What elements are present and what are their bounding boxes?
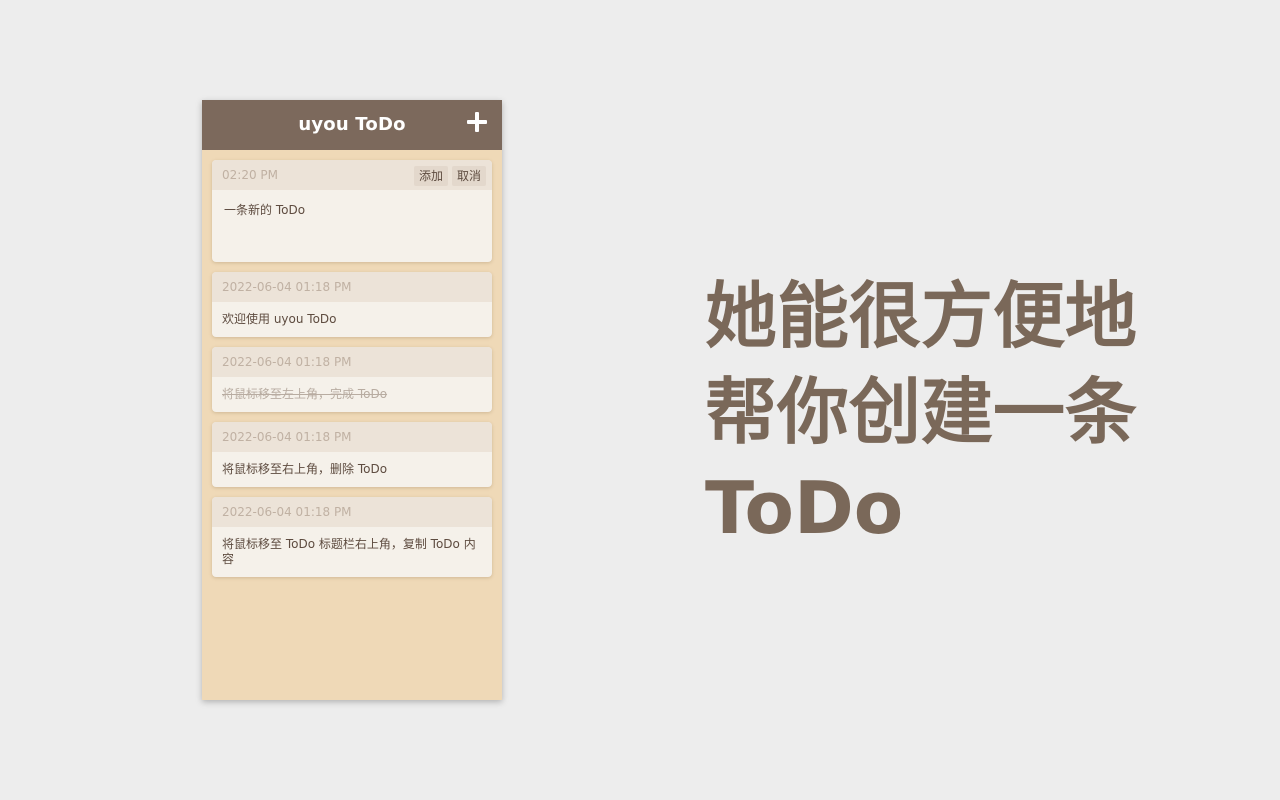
todo-item-content[interactable]: 将鼠标移至右上角，删除 ToDo	[212, 452, 492, 487]
add-button[interactable]: 添加	[413, 166, 448, 186]
slogan-line-3: ToDo	[705, 466, 904, 550]
promo-slogan: 她能很方便地 帮你创建一条 ToDo	[705, 268, 1225, 556]
todo-item-time: 2022-06-04 01:18 PM	[222, 430, 352, 444]
plus-icon[interactable]	[467, 112, 487, 132]
new-todo-actions: 添加 取消	[410, 165, 486, 186]
todo-item[interactable]: 2022-06-04 01:18 PM 将鼠标移至 ToDo 标题栏右上角，复制…	[212, 497, 492, 577]
new-todo-input[interactable]: 一条新的 ToDo	[212, 190, 492, 262]
slogan-line-2: 帮你创建一条	[705, 370, 1138, 454]
todo-item-content[interactable]: 将鼠标移至左上角，完成 ToDo	[212, 377, 492, 412]
todo-item[interactable]: 2022-06-04 01:18 PM 将鼠标移至左上角，完成 ToDo	[212, 347, 492, 412]
todo-item-time: 2022-06-04 01:18 PM	[222, 505, 352, 519]
todo-item-header[interactable]: 2022-06-04 01:18 PM	[212, 422, 492, 452]
todo-item-header[interactable]: 2022-06-04 01:18 PM	[212, 347, 492, 377]
todo-item[interactable]: 2022-06-04 01:18 PM 将鼠标移至右上角，删除 ToDo	[212, 422, 492, 487]
cancel-button[interactable]: 取消	[451, 166, 486, 186]
todo-item-content[interactable]: 将鼠标移至 ToDo 标题栏右上角，复制 ToDo 内容	[212, 527, 492, 577]
app-header: uyou ToDo	[202, 100, 502, 150]
todo-item-header[interactable]: 2022-06-04 01:18 PM	[212, 272, 492, 302]
new-todo-header: 02:20 PM 添加 取消	[212, 160, 492, 190]
todo-app-window: uyou ToDo 02:20 PM 添加 取消 一条新的 ToDo 2022-0…	[202, 100, 502, 700]
todo-item-time: 2022-06-04 01:18 PM	[222, 280, 352, 294]
todo-item-content[interactable]: 欢迎使用 uyou ToDo	[212, 302, 492, 337]
new-todo-card: 02:20 PM 添加 取消 一条新的 ToDo	[212, 160, 492, 262]
app-title: uyou ToDo	[298, 114, 406, 135]
todo-item[interactable]: 2022-06-04 01:18 PM 欢迎使用 uyou ToDo	[212, 272, 492, 337]
todo-item-time: 2022-06-04 01:18 PM	[222, 355, 352, 369]
todo-item-header[interactable]: 2022-06-04 01:18 PM	[212, 497, 492, 527]
todo-list: 02:20 PM 添加 取消 一条新的 ToDo 2022-06-04 01:18…	[212, 160, 492, 587]
new-todo-time: 02:20 PM	[222, 168, 278, 182]
slogan-line-1: 她能很方便地	[705, 274, 1138, 358]
